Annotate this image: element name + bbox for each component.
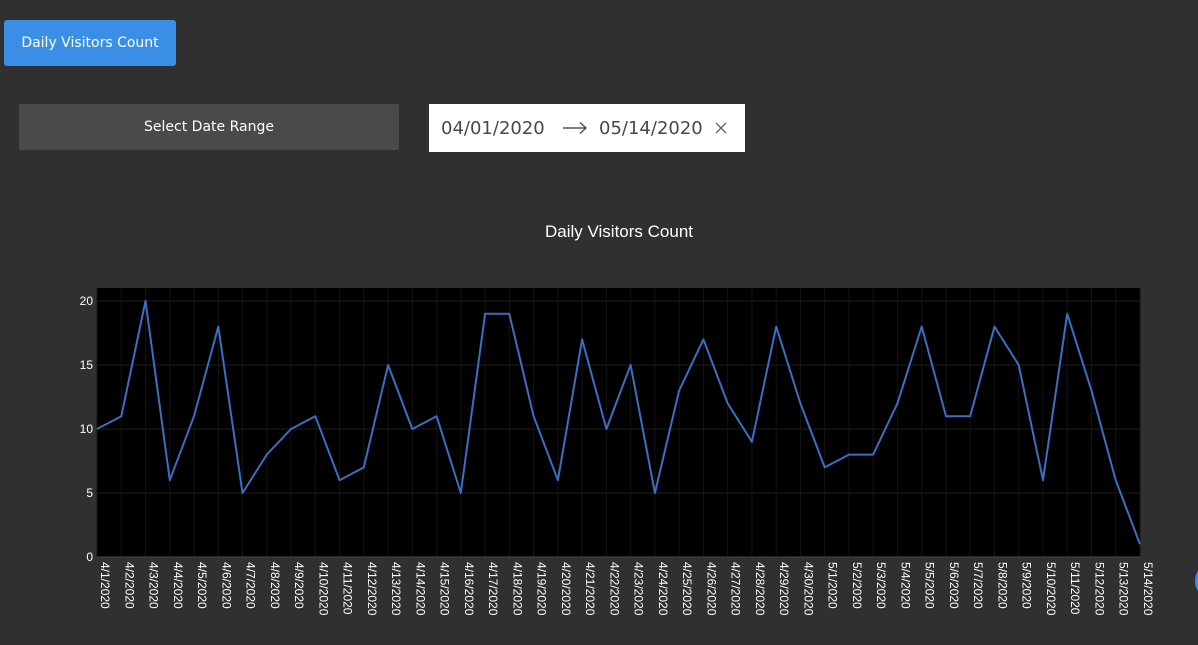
x-tick-label: 4/15/2020	[438, 562, 452, 616]
x-tick-label: 4/20/2020	[559, 562, 573, 616]
x-tick-label: 5/11/2020	[1068, 562, 1082, 615]
y-tick-label: 20	[80, 294, 94, 308]
y-tick-label: 15	[80, 358, 94, 372]
x-tick-label: 4/6/2020	[219, 562, 233, 609]
x-tick-label: 5/4/2020	[898, 562, 912, 609]
x-tick-label: 4/29/2020	[777, 562, 791, 616]
x-tick-label: 4/8/2020	[268, 562, 282, 609]
x-tick-label: 4/30/2020	[801, 562, 815, 616]
x-tick-label: 4/19/2020	[535, 562, 549, 616]
y-tick-label: 0	[86, 550, 93, 564]
y-tick-label: 10	[80, 422, 94, 436]
x-tick-label: 5/12/2020	[1092, 562, 1106, 616]
x-tick-label: 4/10/2020	[316, 562, 330, 616]
x-tick-label: 4/9/2020	[292, 562, 306, 609]
x-tick-label: 4/4/2020	[171, 562, 185, 609]
line-chart: 0 5 10 15 20 4/1/2020 4/2/2020 4/3/2020 4/4/2020…	[80, 288, 1155, 616]
x-tick-label: 5/2/2020	[850, 562, 864, 609]
x-tick-label: 5/1/2020	[826, 562, 840, 609]
x-tick-label: 5/3/2020	[874, 562, 888, 609]
x-tick-label: 4/28/2020	[753, 562, 767, 616]
x-tick-label: 4/14/2020	[413, 562, 427, 616]
x-tick-label: 5/13/2020	[1117, 562, 1131, 616]
x-tick-label: 4/12/2020	[365, 562, 379, 616]
x-tick-label: 4/18/2020	[510, 562, 524, 616]
x-tick-label: 5/5/2020	[923, 562, 937, 609]
x-tick-label: 4/22/2020	[607, 562, 621, 616]
x-tick-label: 4/23/2020	[632, 562, 646, 616]
x-tick-label: 5/9/2020	[1020, 562, 1034, 609]
x-tick-label: 4/21/2020	[583, 562, 597, 616]
x-tick-label: 5/8/2020	[995, 562, 1009, 609]
x-tick-label: 4/24/2020	[656, 562, 670, 616]
x-tick-label: 5/6/2020	[947, 562, 961, 609]
x-tick-label: 4/25/2020	[680, 562, 694, 616]
x-tick-label: 4/2/2020	[122, 562, 136, 609]
y-tick-label: 5	[86, 486, 93, 500]
x-tick-label: 5/14/2020	[1141, 562, 1155, 616]
x-tick-label: 4/26/2020	[704, 562, 718, 616]
x-tick-label: 4/3/2020	[147, 562, 161, 609]
x-tick-label: 4/11/2020	[341, 562, 355, 615]
x-tick-label: 4/7/2020	[244, 562, 258, 609]
x-tick-label: 4/13/2020	[389, 562, 403, 616]
x-tick-label: 5/10/2020	[1044, 562, 1058, 616]
x-tick-label: 4/27/2020	[729, 562, 743, 616]
x-tick-label: 5/7/2020	[971, 562, 985, 609]
x-tick-label: 4/16/2020	[462, 562, 476, 616]
x-tick-label: 4/5/2020	[195, 562, 209, 609]
x-tick-label: 4/17/2020	[486, 562, 500, 616]
plot-area	[97, 288, 1140, 557]
x-tick-label: 4/1/2020	[98, 562, 112, 609]
